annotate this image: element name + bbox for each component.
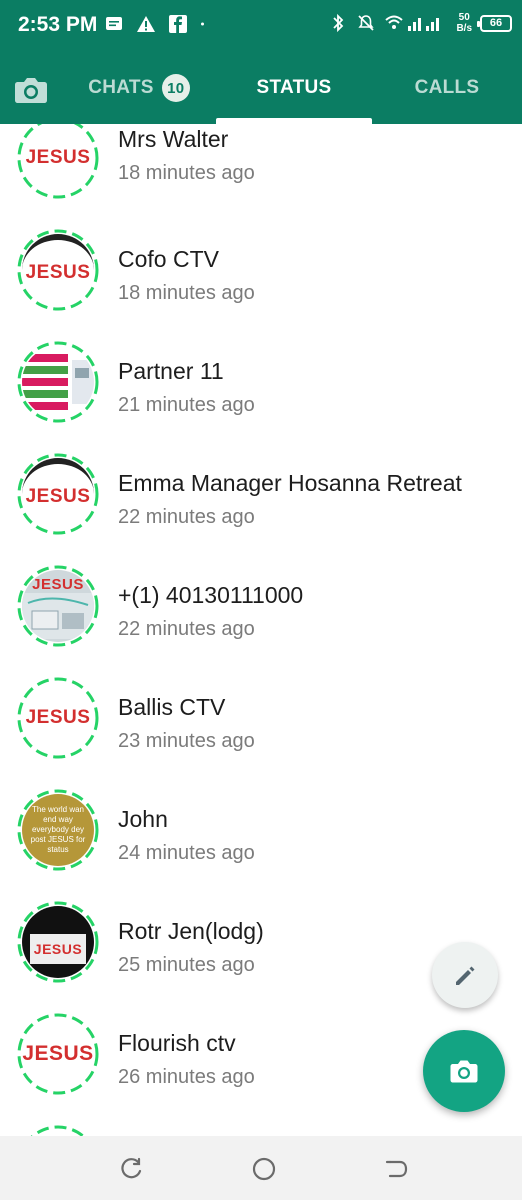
message-notification-icon [106, 17, 122, 30]
battery-indicator: 66 [477, 14, 512, 32]
status-time: 22 minutes ago [118, 506, 255, 528]
avatar-jesus-text: JESUS [22, 1042, 94, 1065]
contact-name: Flourish ctv [118, 1030, 236, 1056]
status-time: 18 minutes ago [118, 282, 255, 304]
status-row[interactable]: Partner 11 21 minutes ago [0, 340, 522, 452]
avatar-jesus-text: JESUS [25, 486, 91, 507]
status-avatar[interactable]: JESUS [16, 900, 100, 984]
status-avatar[interactable]: JESUS [16, 452, 100, 536]
contact-name: Ballis CTV [118, 694, 226, 720]
avatar-jesus-text: JESUS [25, 262, 91, 283]
warning-icon [137, 16, 155, 32]
status-avatar[interactable] [16, 1124, 100, 1136]
net-speed-value: 50 [458, 12, 470, 23]
status-time: 18 minutes ago [118, 162, 255, 184]
contact-name: Partner 11 [118, 358, 224, 384]
camera-tab-icon[interactable] [10, 70, 52, 110]
status-time: 24 minutes ago [118, 842, 255, 864]
status-time: 23 minutes ago [118, 730, 255, 752]
status-time: 25 minutes ago [118, 954, 255, 976]
mute-bell-icon [358, 15, 375, 31]
recent-apps-icon[interactable] [118, 1156, 144, 1182]
status-avatar[interactable]: JESUS [16, 1012, 100, 1096]
unread-chats-badge: 10 [161, 74, 190, 102]
tab-calls[interactable]: CALLS [372, 52, 522, 124]
pencil-icon [456, 966, 475, 985]
status-avatar[interactable]: JESUS [16, 228, 100, 312]
status-ring [30, 1125, 86, 1136]
tab-status-label: STATUS [256, 77, 332, 98]
tab-status[interactable]: STATUS [216, 52, 372, 124]
status-avatar[interactable]: JESUS [16, 564, 100, 648]
avatar-jesus-text: JESUS [25, 147, 91, 168]
contact-name: John [118, 806, 168, 832]
dot-icon [201, 22, 204, 26]
contact-name: Mrs Walter [118, 126, 229, 152]
avatar-jesus-text: JESUS [33, 941, 83, 957]
status-time: 26 minutes ago [118, 1066, 255, 1088]
screenshot-thumbnail-image [22, 354, 94, 410]
status-avatar[interactable]: JESUS [16, 124, 100, 200]
back-icon[interactable] [384, 1156, 410, 1182]
screen: 2:53 PM 50 B/s 66 CHATS 10 STATUS CALLS … [0, 0, 522, 1200]
status-avatar[interactable]: The world wan end way everybody dey post… [16, 788, 100, 872]
bluetooth-icon [333, 13, 344, 33]
contact-name: +(1) 40130111000 [118, 582, 304, 608]
status-avatar[interactable]: JESUS [16, 676, 100, 760]
status-row[interactable]: JESUS Cofo CTV 18 minutes ago [0, 228, 522, 340]
status-row-partial[interactable] [0, 1124, 522, 1136]
avatar-caption-text: The world wan end way everybody dey post… [30, 805, 86, 854]
system-navigation-bar [0, 1136, 522, 1200]
camera-icon [450, 1060, 478, 1083]
net-speed: 50 B/s [456, 12, 472, 34]
facebook-icon [169, 15, 187, 33]
status-row[interactable]: JESUS Mrs Walter 18 minutes ago [0, 124, 522, 228]
tab-chats-label: CHATS [88, 77, 154, 98]
clock: 2:53 PM [18, 13, 98, 36]
wifi-signal-icon [385, 15, 440, 31]
new-camera-status-button[interactable] [423, 1030, 505, 1112]
system-status-bar: 2:53 PM 50 B/s 66 [0, 0, 522, 52]
status-time: 22 minutes ago [118, 618, 255, 640]
contact-name: Emma Manager Hosanna Retreat [118, 470, 462, 496]
home-icon[interactable] [251, 1156, 277, 1182]
contact-name: Rotr Jen(lodg) [118, 918, 264, 944]
status-avatar[interactable] [16, 340, 100, 424]
tab-chats[interactable]: CHATS 10 [64, 52, 214, 124]
status-row[interactable]: JESUS Emma Manager Hosanna Retreat 22 mi… [0, 452, 522, 564]
avatar-jesus-text: JESUS [32, 576, 84, 593]
status-time: 21 minutes ago [118, 394, 255, 416]
contact-name: Cofo CTV [118, 246, 219, 272]
new-text-status-button[interactable] [432, 942, 498, 1008]
status-row[interactable]: JESUS Ballis CTV 23 minutes ago [0, 676, 522, 788]
status-row[interactable]: The world wan end way everybody dey post… [0, 788, 522, 900]
avatar-inner-card: JESUS [30, 934, 86, 964]
tab-bar: CHATS 10 STATUS CALLS [0, 52, 522, 124]
avatar-jesus-text: JESUS [25, 707, 91, 728]
net-speed-unit: B/s [456, 23, 472, 34]
status-row[interactable]: JESUS +(1) 40130111000 22 minutes ago [0, 564, 522, 676]
tab-calls-label: CALLS [414, 77, 480, 98]
